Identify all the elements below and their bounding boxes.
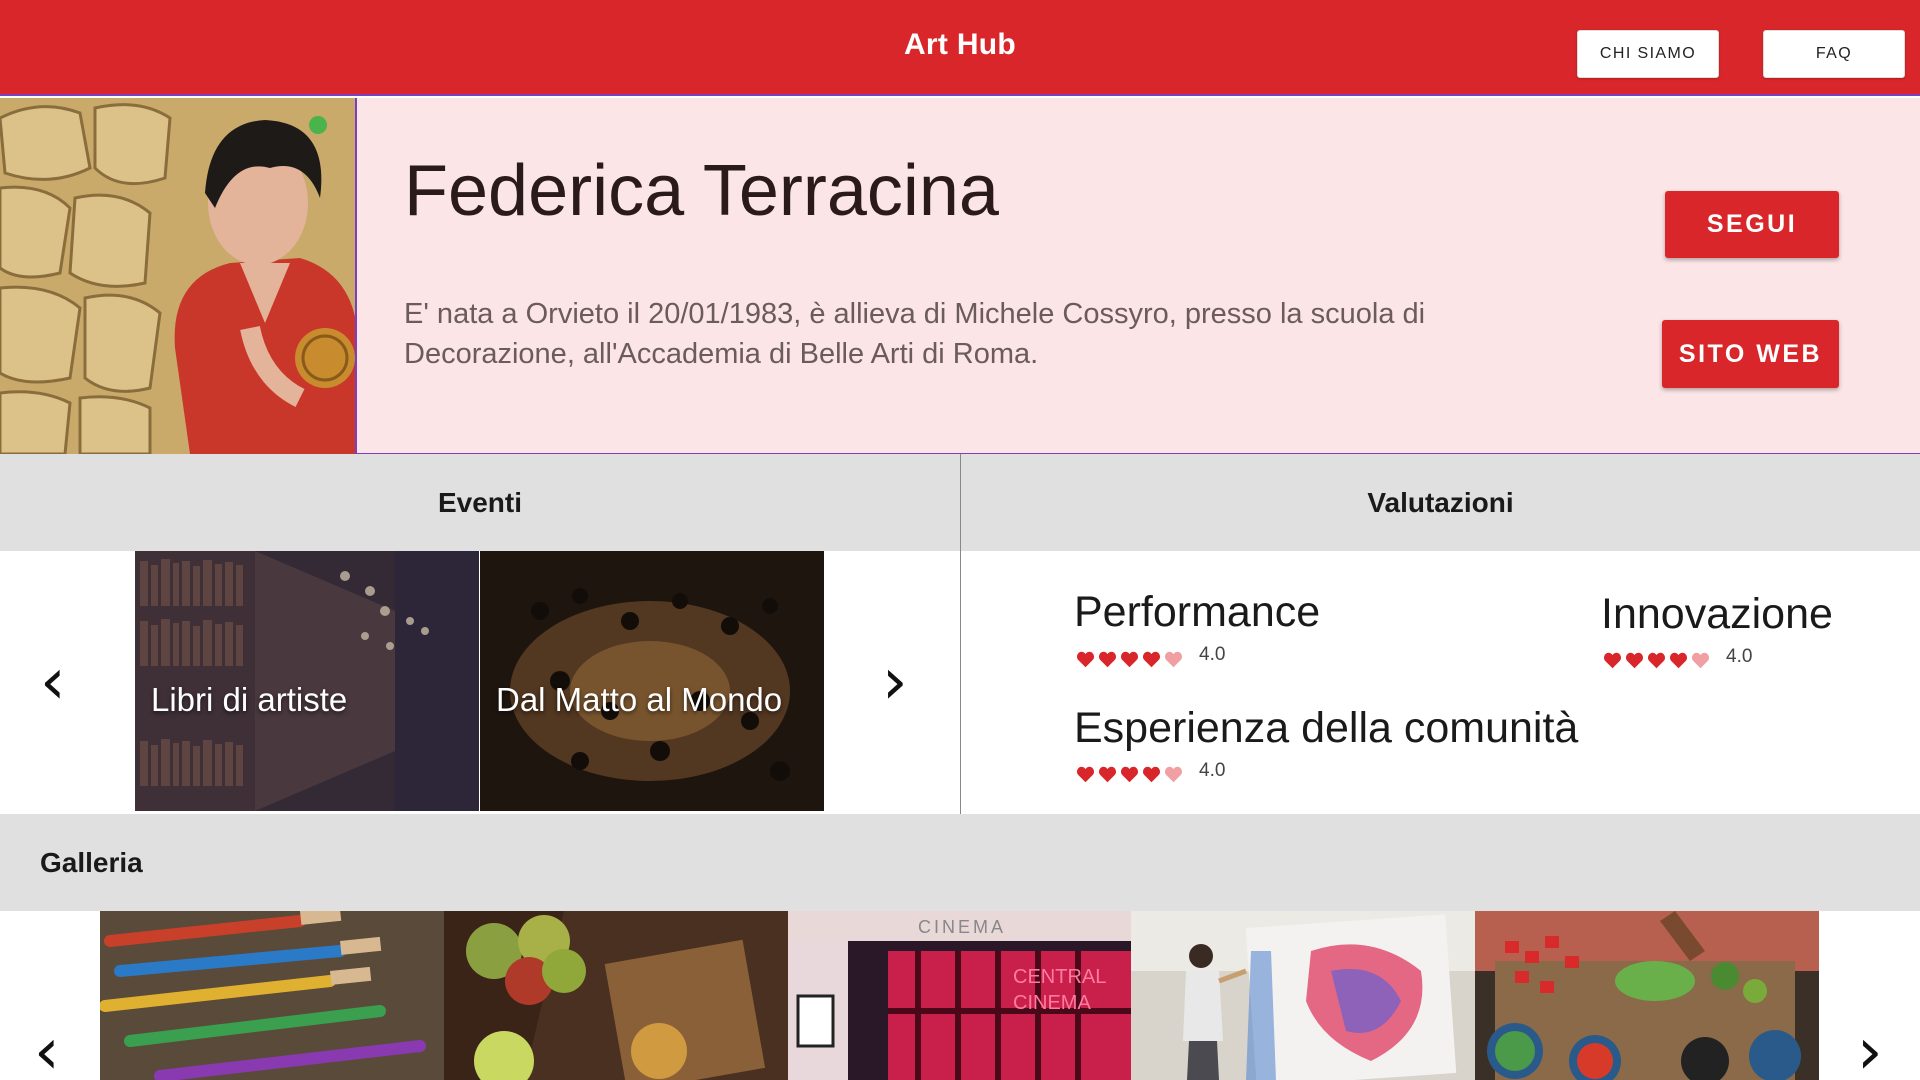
gallery-image-painter[interactable] <box>1131 911 1475 1080</box>
rating-value: 4.0 <box>1199 644 1226 665</box>
events-next-arrow-icon[interactable]: › <box>882 650 908 714</box>
ratings-header: Valutazioni <box>961 454 1920 551</box>
artist-bio: E' nata a Orvieto il 20/01/1983, è allie… <box>404 298 1426 370</box>
gallery-header: Galleria <box>0 814 1920 911</box>
gallery-image-paint-brushes[interactable] <box>100 911 444 1080</box>
heart-filled-icon <box>1076 651 1095 668</box>
heart-empty-icon <box>1164 766 1183 783</box>
heart-filled-icon <box>1625 652 1644 669</box>
profile-photo <box>0 98 357 454</box>
gallery-image-cooking[interactable] <box>1475 911 1819 1080</box>
heart-filled-icon <box>1098 651 1117 668</box>
rating-value: 4.0 <box>1726 646 1753 667</box>
follow-button[interactable]: SEGUI <box>1665 191 1839 258</box>
heart-filled-icon <box>1120 766 1139 783</box>
heart-empty-icon <box>1164 651 1183 668</box>
rating-title-innovation: Innovazione <box>1601 590 1833 638</box>
hearts-rating-community <box>1076 766 1186 783</box>
profile-section: Federica Terracina E' nata a Orvieto il … <box>0 98 1920 454</box>
heart-filled-icon <box>1603 652 1622 669</box>
heart-filled-icon <box>1098 766 1117 783</box>
artist-name: Federica Terracina <box>404 151 999 231</box>
section-divider <box>960 454 961 814</box>
svg-text:CENTRAL: CENTRAL <box>1013 966 1106 988</box>
gallery-image-apples[interactable] <box>444 911 788 1080</box>
svg-text:CINEMA: CINEMA <box>1013 992 1091 1014</box>
ratings-title: Valutazioni <box>1367 486 1514 518</box>
about-us-button[interactable]: CHI SIAMO <box>1577 30 1719 78</box>
hearts-rating-innovation <box>1603 652 1713 669</box>
event-card[interactable]: Dal Matto al Mondo <box>480 551 824 811</box>
hearts-rating-performance <box>1076 651 1186 668</box>
faq-button[interactable]: FAQ <box>1763 30 1905 78</box>
events-prev-arrow-icon[interactable]: ‹ <box>40 650 66 714</box>
svg-text:CINEMA: CINEMA <box>918 917 1006 937</box>
heart-filled-icon <box>1669 652 1688 669</box>
rating-title-performance: Performance <box>1074 588 1321 636</box>
events-title: Eventi <box>437 486 523 518</box>
gallery-prev-arrow-icon[interactable]: ‹ <box>34 1020 60 1080</box>
event-card[interactable]: Libri di artiste <box>135 551 479 811</box>
event-title: Dal Matto al Mondo <box>496 681 783 718</box>
gallery-title: Galleria <box>40 846 143 878</box>
top-app-bar: Art Hub CHI SIAMO FAQ <box>0 0 1920 96</box>
events-header: Eventi <box>0 454 960 551</box>
website-button[interactable]: SITO WEB <box>1662 320 1839 388</box>
rating-value: 4.0 <box>1199 760 1226 781</box>
gallery-next-arrow-icon[interactable]: › <box>1857 1020 1883 1080</box>
heart-filled-icon <box>1142 651 1161 668</box>
rating-title-community: Esperienza della comunità <box>1074 704 1579 752</box>
heart-filled-icon <box>1076 766 1095 783</box>
heart-filled-icon <box>1647 652 1666 669</box>
heart-filled-icon <box>1120 651 1139 668</box>
heart-filled-icon <box>1142 766 1161 783</box>
event-title: Libri di artiste <box>151 681 348 718</box>
gallery-image-cinema[interactable]: CINEMA CENTRAL CINEMA <box>788 911 1132 1080</box>
heart-empty-icon <box>1691 652 1710 669</box>
